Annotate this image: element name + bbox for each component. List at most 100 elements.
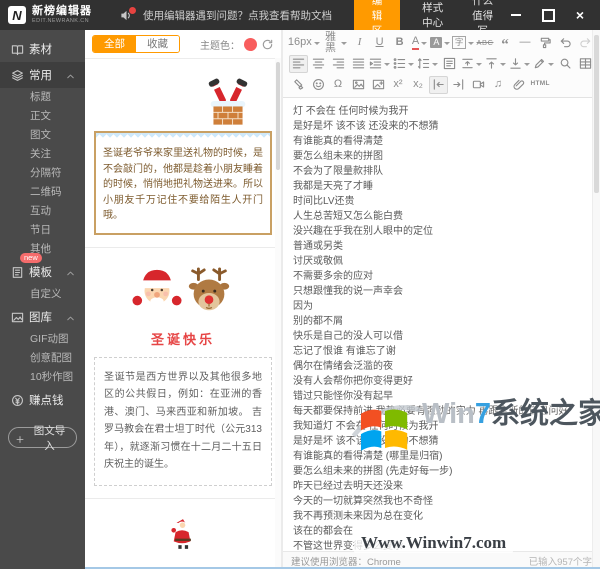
sidebar-item-common-1[interactable]: 正文 <box>0 107 85 126</box>
editor-line[interactable]: 该在的都会在 <box>293 524 584 539</box>
editor-line[interactable]: 要怎么组未来的拼图 <box>293 149 584 164</box>
superscript-button[interactable]: x² <box>389 76 408 94</box>
html-source-button[interactable]: HTML <box>529 76 552 94</box>
materials-scrollbar[interactable] <box>275 58 281 569</box>
close-button[interactable]: × <box>572 7 588 23</box>
sidebar-item-gallery-2[interactable]: 10秒作图 <box>0 368 85 387</box>
format-painter-button[interactable] <box>536 34 555 52</box>
editor-scrollbar[interactable] <box>592 30 600 569</box>
align-right-button[interactable] <box>329 55 348 73</box>
char-border-button[interactable]: 字 <box>451 34 475 52</box>
editor-line[interactable]: 要怎么组未来的拼图 (先走好每一步) <box>293 464 584 479</box>
tab-all[interactable]: 全部 <box>93 35 136 53</box>
sidebar-item-common-5[interactable]: 二维码 <box>0 183 85 202</box>
sidebar-item-gallery-0[interactable]: GIF动图 <box>0 330 85 349</box>
theme-color-swatch[interactable] <box>244 37 257 51</box>
editor-line[interactable]: 不需要多余的应对 <box>293 269 584 284</box>
subscript-button[interactable]: x₂ <box>409 76 428 94</box>
align-center-button[interactable] <box>309 55 328 73</box>
sidebar-section-gallery[interactable]: 图库 <box>0 304 85 330</box>
editor-line[interactable]: 没有人会帮你把你变得更好 <box>293 374 584 389</box>
sidebar-item-common-2[interactable]: 图文 <box>0 126 85 145</box>
ordered-list-button[interactable] <box>392 55 415 73</box>
refresh-icon[interactable] <box>261 38 274 51</box>
text-box-button[interactable] <box>440 55 459 73</box>
editor-line[interactable]: 每天都要保持前进 我势必要有强劲的实力 再跟全新的自己问好 <box>293 404 584 419</box>
maximize-button[interactable] <box>540 7 556 23</box>
sidebar-item-gallery-1[interactable]: 创意配图 <box>0 349 85 368</box>
editor-line[interactable]: 只想跟懂我的说一声幸会 <box>293 284 584 299</box>
font-family-select[interactable]: 雅黑 <box>320 31 349 53</box>
editor-line[interactable]: 时间比LV还贵 <box>293 194 584 209</box>
sidebar-section-material[interactable]: 素材 <box>0 36 85 62</box>
font-size-select[interactable]: 16px <box>288 34 320 52</box>
emoji-button[interactable] <box>309 76 328 94</box>
scrollbar-thumb[interactable] <box>276 62 280 170</box>
editor-line[interactable]: 忘记了恨谁 有谁忘了谢 <box>293 344 584 359</box>
clear-format-button[interactable] <box>289 76 308 94</box>
highlight-color-button[interactable]: A <box>430 34 451 52</box>
nav-style-center[interactable]: 样式中心 <box>418 0 447 32</box>
editor-line[interactable]: 是好是坏 该不该 还没来的不想猜 <box>293 119 584 134</box>
horizontal-rule-button[interactable]: — <box>516 34 535 52</box>
image-edit-button[interactable] <box>369 76 388 94</box>
align-left-button[interactable] <box>288 54 308 73</box>
sidebar-item-common-3[interactable]: 关注 <box>0 145 85 164</box>
editor-line[interactable]: 有谁能真的看得清楚 <box>293 134 584 149</box>
editor-line[interactable]: 今天的一切就算突然我也不奇怪 <box>293 494 584 509</box>
scrollbar-thumb[interactable] <box>594 35 599 193</box>
editor-line[interactable]: 有谁能真的看得清楚 (哪里是归宿) <box>293 449 584 464</box>
italic-button[interactable]: I <box>350 34 369 52</box>
tab-favorites[interactable]: 收藏 <box>136 35 179 53</box>
underline-button[interactable]: U <box>370 34 389 52</box>
sidebar-section-template[interactable]: 模板 new <box>0 253 85 285</box>
sidebar-section-earn[interactable]: 赚点钱 <box>0 387 85 413</box>
editor-line[interactable]: 普通或另类 <box>293 239 584 254</box>
editor-line[interactable]: 讨厌或敬佩 <box>293 254 584 269</box>
ltr-button[interactable] <box>428 75 448 94</box>
style-pencil-button[interactable] <box>532 55 555 73</box>
sidebar-item-template-0[interactable]: 自定义 <box>0 285 85 304</box>
material-card-christmas-greeting[interactable]: 圣诞快乐 圣诞节是西方世界以及其他很多地区的公共假日，例如：在亚洲的香港、澳门、… <box>85 248 281 499</box>
find-replace-button[interactable] <box>556 55 575 73</box>
sidebar-item-common-4[interactable]: 分隔符 <box>0 164 85 183</box>
sidebar-section-common[interactable]: 常用 <box>0 62 85 88</box>
align-justify-button[interactable] <box>349 55 368 73</box>
attachment-button[interactable] <box>509 76 528 94</box>
sidebar-item-common-7[interactable]: 节日 <box>0 221 85 240</box>
rtl-button[interactable] <box>449 76 468 94</box>
sidebar-item-common-8[interactable]: 其他 <box>0 240 85 259</box>
editor-line[interactable]: 错过只能怪你没有起早 <box>293 389 584 404</box>
insert-image-button[interactable] <box>349 76 368 94</box>
announcement-button[interactable] <box>120 5 137 22</box>
margin-bottom-button[interactable] <box>508 55 531 73</box>
app-logo[interactable]: N 新榜编辑器 EDIT.NEWRANK.CN <box>8 5 104 25</box>
letter-spacing-button[interactable] <box>460 55 483 73</box>
editor-line[interactable]: 是好是坏 该不该 还没来的不想猜 <box>293 434 584 449</box>
bold-button[interactable]: B <box>390 34 409 52</box>
editor-line[interactable]: 人生总苦短又怎么能白费 <box>293 209 584 224</box>
margin-top-button[interactable] <box>484 55 507 73</box>
insert-video-button[interactable] <box>469 76 488 94</box>
minimize-button[interactable] <box>508 7 524 23</box>
help-link[interactable]: 使用编辑器遇到问题？点我查看帮助文档 <box>143 8 332 23</box>
editor-line[interactable]: 我知道灯 不会在 任何时候为我开 <box>293 419 584 434</box>
editor-line[interactable]: 快乐是自己的没人可以借 <box>293 329 584 344</box>
blockquote-button[interactable]: “ <box>496 34 515 53</box>
editor-line[interactable]: 不管这世界变得多么复杂 <box>293 539 584 551</box>
editor-line[interactable]: 我都是天亮了才睡 <box>293 179 584 194</box>
sidebar-item-common-0[interactable]: 标题 <box>0 88 85 107</box>
insert-music-button[interactable]: ♫ <box>489 76 508 94</box>
import-article-button[interactable]: 图文导入 <box>8 425 77 452</box>
editor-line[interactable]: 别的都不屑 <box>293 314 584 329</box>
undo-button[interactable] <box>556 34 575 52</box>
editor-line[interactable]: 灯 不会在 任何时候为我开 <box>293 104 584 119</box>
strikethrough-button[interactable]: ABC <box>476 34 495 52</box>
sidebar-item-common-6[interactable]: 互动 <box>0 202 85 221</box>
editor-line[interactable]: 我不再预测未来因为总在变化 <box>293 509 584 524</box>
material-card-chimney-santa[interactable]: 圣诞老爷爷来家里送礼物的时候，是不会敲门的，他都是趁着小朋友睡着的时候，悄悄地把… <box>85 59 281 248</box>
editor-line[interactable]: 偶尔在情绪会泛滥的夜 <box>293 359 584 374</box>
editor-line[interactable]: 不会为了限量款排队 <box>293 164 584 179</box>
material-card-dancing-santa[interactable] <box>85 499 281 569</box>
editor-content[interactable]: 灯 不会在 任何时候为我开 是好是坏 该不该 还没来的不想猜 有谁能真的看得清楚 要怎… <box>283 98 600 551</box>
